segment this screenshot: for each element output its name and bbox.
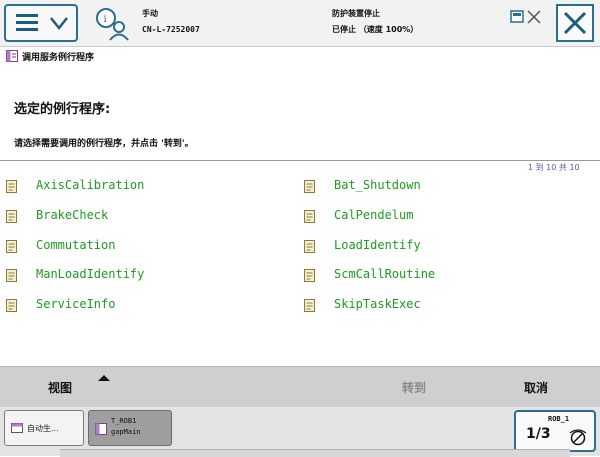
routine-item[interactable]: AxisCalibration (6, 176, 286, 196)
mechanical-unit-text: ROB_1 (548, 415, 570, 423)
routine-label: SkipTaskExec (334, 297, 421, 311)
routine-item[interactable]: Bat_Shutdown (304, 176, 584, 196)
task-program-window[interactable]: T_ROB1 gapMain (88, 410, 172, 446)
program-routine-icon (304, 180, 315, 193)
operating-mode-text: 手动 (142, 9, 158, 18)
program-routine-icon (6, 240, 17, 253)
routine-label: BrakeCheck (36, 208, 109, 222)
routine-label: Commutation (36, 238, 116, 252)
svg-text:i: i (104, 14, 107, 25)
program-window-icon (95, 423, 107, 435)
hamburger-menu-icon (16, 14, 38, 32)
program-routine-icon (304, 210, 315, 223)
program-routine-icon (6, 269, 17, 282)
operator-status-icon[interactable]: i (92, 5, 130, 43)
cancel-button-label: 取消 (524, 381, 549, 395)
controller-name-text: CN-L-7252007 (142, 25, 200, 34)
routine-item[interactable]: CalPendelum (304, 206, 584, 226)
routine-label: ScmCallRoutine (334, 267, 436, 281)
menu-up-arrow-icon (98, 375, 110, 381)
program-routine-icon (6, 180, 17, 193)
close-button[interactable] (556, 4, 594, 42)
view-button[interactable]: 视图 (0, 367, 150, 407)
task-label: 自动生... (27, 424, 59, 433)
divider (0, 160, 600, 161)
program-routine-icon (304, 299, 315, 312)
routine-item[interactable]: LoadIdentify (304, 236, 584, 256)
routine-item[interactable]: ServiceInfo (6, 295, 286, 315)
run-state-text: 已停止 （速度 100%） (332, 25, 419, 34)
minimize-windows-icon[interactable] (510, 9, 544, 25)
view-button-label: 视图 (48, 381, 73, 395)
routine-label: ServiceInfo (36, 297, 116, 311)
task-routine-name: gapMain (111, 428, 141, 436)
routine-label: ManLoadIdentify (36, 267, 145, 281)
program-routine-icon (304, 240, 315, 253)
routine-label: AxisCalibration (36, 178, 145, 192)
program-routine-icon (6, 299, 17, 312)
chevron-down-icon (50, 17, 68, 31)
program-routine-icon (6, 210, 17, 223)
page-title: 调用服务例行程序 (22, 53, 95, 63)
pager-text: 1 到 10 共 10 (528, 163, 580, 172)
window-title-strip: 调用服务例行程序 (0, 47, 600, 65)
main-menu-button[interactable] (4, 4, 78, 42)
task-task-name: T_ROB1 (111, 417, 137, 425)
routine-item[interactable]: ManLoadIdentify (6, 265, 286, 285)
auto-production-icon (11, 423, 23, 433)
routine-item[interactable]: ScmCallRoutine (304, 265, 584, 285)
routine-label: CalPendelum (334, 208, 414, 222)
task-auto-production[interactable]: 自动生... (4, 410, 84, 446)
mode-status: 手动 CN-L-7252007 (142, 6, 200, 38)
speed-fraction-text: 1/3 (526, 426, 551, 442)
cancel-button[interactable]: 取消 (480, 367, 600, 407)
goto-button-label: 转到 (402, 381, 427, 395)
speed-quickset-icon (569, 429, 587, 446)
routine-label: LoadIdentify (334, 238, 421, 252)
close-icon (563, 11, 587, 35)
routine-item[interactable]: BrakeCheck (6, 206, 286, 226)
top-status-bar: i 手动 CN-L-7252007 防护装置停止 已停止 （速度 100%） (0, 0, 600, 47)
routine-label: Bat_Shutdown (334, 178, 421, 192)
instruction-text: 请选择需要调用的例行程序，并点击 '转到'。 (14, 139, 194, 149)
run-status: 防护装置停止 已停止 （速度 100%） (332, 6, 418, 38)
program-routine-icon (304, 269, 315, 282)
section-heading: 选定的例行程序: (14, 102, 111, 117)
routine-item[interactable]: SkipTaskExec (304, 295, 584, 315)
goto-button[interactable]: 转到 (360, 367, 480, 407)
routine-item[interactable]: Commutation (6, 236, 286, 256)
quickset-button[interactable]: ROB_1 1/3 (514, 410, 596, 452)
safety-state-text: 防护装置停止 (332, 9, 380, 18)
command-bar: 视图 转到 取消 (0, 366, 600, 408)
program-window-icon (6, 50, 18, 62)
